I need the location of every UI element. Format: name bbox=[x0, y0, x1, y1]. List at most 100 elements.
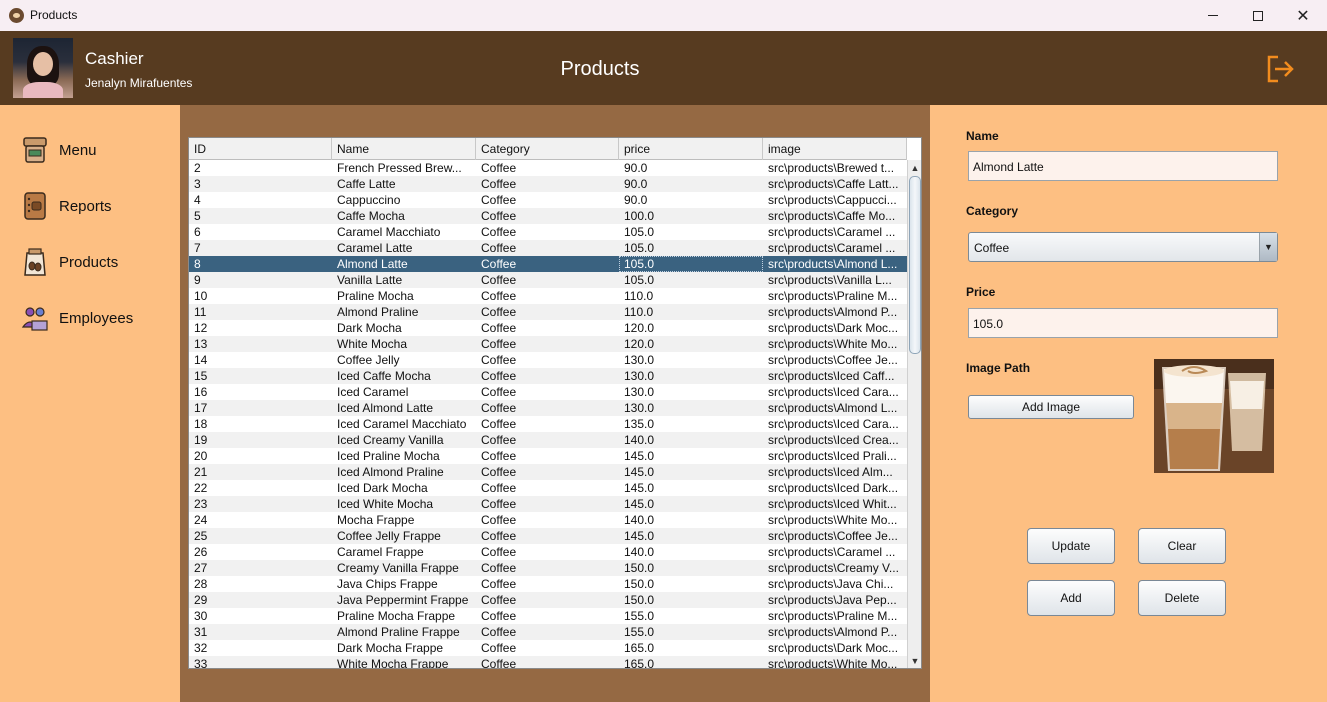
column-header-category[interactable]: Category bbox=[476, 138, 619, 160]
table-cell: 19 bbox=[194, 433, 208, 447]
sidebar-item-employees[interactable]: Employees bbox=[20, 301, 170, 335]
chevron-down-icon[interactable]: ▼ bbox=[1259, 233, 1277, 261]
table-cell: Coffee bbox=[481, 609, 517, 623]
table-cell: 165.0 bbox=[624, 657, 655, 669]
table-cell: 27 bbox=[194, 561, 208, 575]
table-row[interactable]: 33 White Mocha Frappe Coffee 165.0 src\produ… bbox=[189, 656, 907, 669]
table-cell: Coffee bbox=[481, 433, 517, 447]
table-row[interactable]: 2 French Pressed Brew... Coffee 90.0 src\pro… bbox=[189, 160, 907, 176]
table-row[interactable]: 18 Iced Caramel Macchiato Coffee 135.0 src\p… bbox=[189, 416, 907, 432]
table-row[interactable]: 25 Coffee Jelly Frappe Coffee 145.0 src\prod… bbox=[189, 528, 907, 544]
category-select[interactable]: Coffee ▼ bbox=[968, 232, 1278, 262]
table-cell: 105.0 bbox=[624, 225, 655, 239]
name-field[interactable]: Almond Latte bbox=[968, 151, 1278, 181]
table-cell: Iced Caramel bbox=[337, 385, 409, 399]
table-row[interactable]: 5 Caffe Mocha Coffee 100.0 src\products\Caff… bbox=[189, 208, 907, 224]
maximize-icon bbox=[1253, 10, 1263, 21]
table-cell: Praline Mocha Frappe bbox=[337, 609, 456, 623]
table-row[interactable]: 11 Almond Praline Coffee 110.0 src\products\… bbox=[189, 304, 907, 320]
table-cell: 140.0 bbox=[624, 433, 655, 447]
table-row[interactable]: 31 Almond Praline Frappe Coffee 155.0 src\pr… bbox=[189, 624, 907, 640]
table-row[interactable]: 14 Coffee Jelly Coffee 130.0 src\products\Co… bbox=[189, 352, 907, 368]
minimize-button[interactable] bbox=[1190, 0, 1236, 31]
table-cell: Coffee bbox=[481, 337, 517, 351]
table-row[interactable]: 29 Java Peppermint Frappe Coffee 150.0 src\p… bbox=[189, 592, 907, 608]
table-row[interactable]: 20 Iced Praline Mocha Coffee 145.0 src\produ… bbox=[189, 448, 907, 464]
table-cell: src\products\Coffee Je... bbox=[768, 353, 898, 367]
table-cell: 26 bbox=[194, 545, 208, 559]
table-cell: 145.0 bbox=[624, 481, 655, 495]
table-row[interactable]: 23 Iced White Mocha Coffee 145.0 src\product… bbox=[189, 496, 907, 512]
table-row[interactable]: 16 Iced Caramel Coffee 130.0 src\products\Ic… bbox=[189, 384, 907, 400]
table-row[interactable]: 27 Creamy Vanilla Frappe Coffee 150.0 src\pr… bbox=[189, 560, 907, 576]
table-row[interactable]: 13 White Mocha Coffee 120.0 src\products\Whi… bbox=[189, 336, 907, 352]
table-cell: Coffee bbox=[481, 561, 517, 575]
column-header-image[interactable]: image bbox=[763, 138, 907, 160]
table-cell: 29 bbox=[194, 593, 208, 607]
clear-button[interactable]: Clear bbox=[1138, 528, 1226, 564]
table-cell: Coffee bbox=[481, 545, 517, 559]
table-cell: 140.0 bbox=[624, 513, 655, 527]
maximize-button[interactable] bbox=[1235, 0, 1281, 31]
table-cell: src\products\Iced Alm... bbox=[768, 465, 893, 479]
table-cell: src\products\Praline M... bbox=[768, 609, 898, 623]
table-cell: src\products\Dark Moc... bbox=[768, 641, 899, 655]
table-cell: Caffe Latte bbox=[337, 177, 396, 191]
table-row[interactable]: 24 Mocha Frappe Coffee 140.0 src\products\Wh… bbox=[189, 512, 907, 528]
table-cell: src\products\Caffe Latt... bbox=[768, 177, 899, 191]
sidebar-item-menu[interactable]: Menu bbox=[20, 133, 170, 167]
price-field[interactable]: 105.0 bbox=[968, 308, 1278, 338]
table-cell: 4 bbox=[194, 193, 201, 207]
table-cell: Caramel Frappe bbox=[337, 545, 424, 559]
table-row[interactable]: 10 Praline Mocha Coffee 110.0 src\products\P… bbox=[189, 288, 907, 304]
table-row[interactable]: 15 Iced Caffe Mocha Coffee 130.0 src\product… bbox=[189, 368, 907, 384]
table-row[interactable]: 26 Caramel Frappe Coffee 140.0 src\products\… bbox=[189, 544, 907, 560]
table-row[interactable]: 32 Dark Mocha Frappe Coffee 165.0 src\produc… bbox=[189, 640, 907, 656]
close-button[interactable]: ✕ bbox=[1280, 0, 1326, 31]
table-cell: 23 bbox=[194, 497, 208, 511]
table-cell: Java Chips Frappe bbox=[337, 577, 438, 591]
table-row[interactable]: 19 Iced Creamy Vanilla Coffee 140.0 src\prod… bbox=[189, 432, 907, 448]
table-row[interactable]: 3 Caffe Latte Coffee 90.0 src\products\Caffe… bbox=[189, 176, 907, 192]
vertical-scrollbar[interactable]: ▲ ▼ bbox=[907, 160, 921, 668]
table-cell: 9 bbox=[194, 273, 201, 287]
table-row[interactable]: 28 Java Chips Frappe Coffee 150.0 src\produc… bbox=[189, 576, 907, 592]
table-row[interactable]: 7 Caramel Latte Coffee 105.0 src\products\Ca… bbox=[189, 240, 907, 256]
table-cell: 135.0 bbox=[624, 417, 655, 431]
scroll-up-icon[interactable]: ▲ bbox=[908, 161, 921, 175]
table-row[interactable]: 4 Cappuccino Coffee 90.0 src\products\Cappuc… bbox=[189, 192, 907, 208]
delete-button[interactable]: Delete bbox=[1138, 580, 1226, 616]
table-row[interactable]: 12 Dark Mocha Coffee 120.0 src\products\Dark… bbox=[189, 320, 907, 336]
scrollbar-thumb[interactable] bbox=[909, 176, 921, 354]
table-row[interactable]: 30 Praline Mocha Frappe Coffee 155.0 src\pro… bbox=[189, 608, 907, 624]
column-header-name[interactable]: Name bbox=[332, 138, 476, 160]
sidebar-item-products[interactable]: Products bbox=[20, 245, 170, 279]
column-header-id[interactable]: ID bbox=[189, 138, 332, 160]
table-cell: 3 bbox=[194, 177, 201, 191]
products-table[interactable]: ID Name Category price image 2 French Pre… bbox=[188, 137, 922, 669]
logout-icon[interactable] bbox=[1264, 53, 1296, 85]
table-cell: 24 bbox=[194, 513, 208, 527]
column-header-price[interactable]: price bbox=[619, 138, 763, 160]
table-cell: Coffee bbox=[481, 257, 517, 271]
table-row[interactable]: 6 Caramel Macchiato Coffee 105.0 src\product… bbox=[189, 224, 907, 240]
table-cell: Coffee bbox=[481, 481, 517, 495]
table-cell: 12 bbox=[194, 321, 208, 335]
sidebar-item-reports[interactable]: Reports bbox=[20, 189, 170, 223]
table-row[interactable]: 8 Almond Latte Coffee 105.0 src\products\Alm… bbox=[189, 256, 907, 272]
table-cell: 22 bbox=[194, 481, 208, 495]
add-image-button[interactable]: Add Image bbox=[968, 395, 1134, 419]
table-row[interactable]: 21 Iced Almond Praline Coffee 145.0 src\prod… bbox=[189, 464, 907, 480]
table-cell: 140.0 bbox=[624, 545, 655, 559]
price-label: Price bbox=[966, 285, 996, 299]
table-cell: Coffee bbox=[481, 401, 517, 415]
scroll-down-icon[interactable]: ▼ bbox=[908, 654, 921, 668]
table-row[interactable]: 9 Vanilla Latte Coffee 105.0 src\products\Va… bbox=[189, 272, 907, 288]
table-cell: src\products\Iced Cara... bbox=[768, 417, 899, 431]
table-row[interactable]: 22 Iced Dark Mocha Coffee 145.0 src\products… bbox=[189, 480, 907, 496]
table-cell: Dark Mocha bbox=[337, 321, 402, 335]
update-button[interactable]: Update bbox=[1027, 528, 1115, 564]
add-button[interactable]: Add bbox=[1027, 580, 1115, 616]
table-row[interactable]: 17 Iced Almond Latte Coffee 130.0 src\produc… bbox=[189, 400, 907, 416]
table-cell: src\products\Caramel ... bbox=[768, 545, 896, 559]
